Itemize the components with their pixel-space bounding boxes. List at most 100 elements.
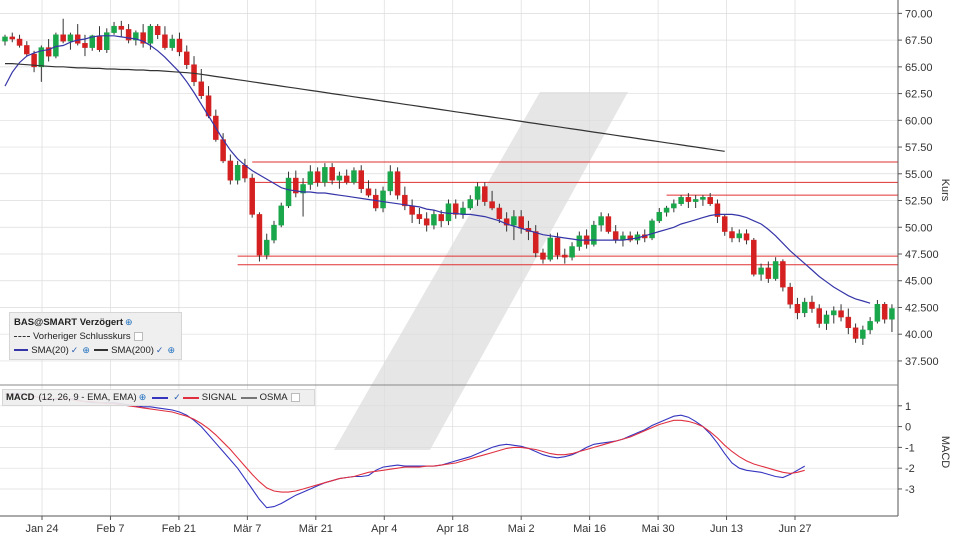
candle-up: [467, 199, 474, 209]
candle-up: [656, 212, 663, 222]
candle-up: [285, 177, 292, 207]
candle-up: [598, 216, 604, 226]
candle-up: [511, 216, 517, 226]
price-tick-label: 57.50: [905, 142, 933, 154]
price-tick-label: 47.500: [905, 249, 939, 261]
sma200-swatch: [93, 349, 109, 351]
candle-down: [838, 310, 844, 318]
candle-up: [278, 205, 285, 226]
candle-down: [707, 197, 713, 204]
globe-icon[interactable]: ⊕: [167, 345, 175, 356]
candle-down: [612, 231, 619, 241]
osma-label: OSMA: [259, 392, 288, 403]
candle-up: [431, 214, 437, 226]
candle-down: [394, 171, 401, 196]
candle-up: [169, 38, 175, 48]
macd-title: MACD: [6, 392, 35, 403]
candle-down: [409, 205, 415, 215]
candle-down: [198, 81, 205, 96]
checkmark-icon[interactable]: ✓: [156, 345, 164, 356]
candle-down: [416, 214, 423, 219]
macd-tick-label: 0: [905, 422, 911, 434]
candle-up: [671, 203, 677, 209]
prev-close-label: Vorheriger Schlusskurs: [33, 330, 131, 342]
date-tick-label: Feb 7: [96, 523, 124, 535]
toggle-box-icon[interactable]: [133, 331, 143, 341]
price-tick-label: 45.00: [905, 276, 933, 288]
candle-up: [67, 34, 74, 42]
price-tick-label: 60.00: [905, 115, 933, 127]
candle-down: [554, 237, 561, 256]
candle-up: [889, 308, 895, 320]
macd-tick-label: -2: [905, 463, 915, 475]
macd-swatch: [152, 396, 169, 399]
candle-up: [867, 321, 873, 331]
candle-down: [154, 25, 161, 36]
price-axis-label: Kurs: [939, 179, 951, 202]
candle-up: [576, 235, 583, 247]
candle-down: [16, 38, 23, 46]
candle-up: [874, 304, 881, 322]
instrument-name: BAS@SMART Verzögert: [14, 316, 124, 328]
candle-down: [721, 216, 728, 232]
globe-icon[interactable]: ⊕: [139, 392, 147, 403]
candle-up: [700, 197, 706, 200]
candle-down: [496, 207, 503, 219]
candle-up: [234, 164, 241, 181]
date-tick-label: Jun 13: [710, 523, 743, 535]
candle-up: [474, 186, 481, 200]
price-tick-label: 42.500: [905, 302, 939, 314]
date-tick-label: Mai 30: [642, 523, 675, 535]
date-tick-label: Mai 2: [508, 523, 535, 535]
candle-up: [678, 197, 684, 204]
date-tick-label: Jun 27: [778, 523, 811, 535]
candle-up: [758, 267, 764, 275]
price-tick-label: 65.00: [905, 62, 933, 74]
candle-down: [24, 45, 30, 55]
sma20-swatch: [14, 349, 29, 351]
candle-down: [751, 239, 757, 275]
candle-up: [380, 190, 386, 209]
candle-down: [482, 186, 488, 202]
date-tick-label: Apr 18: [437, 523, 469, 535]
candle-down: [96, 35, 103, 50]
candle-up: [104, 32, 110, 50]
candle-down: [729, 231, 735, 239]
globe-icon[interactable]: ⊕: [82, 345, 90, 356]
globe-icon[interactable]: ⊕: [125, 317, 133, 328]
candle-down: [605, 216, 612, 232]
candle-up: [387, 171, 394, 192]
candle-down: [358, 170, 364, 190]
sma200-label: SMA(200): [111, 344, 154, 356]
candle-down: [82, 43, 88, 48]
candle-up: [860, 329, 866, 339]
checkmark-icon[interactable]: ✓: [71, 345, 79, 356]
candle-down: [314, 171, 321, 183]
candle-up: [649, 220, 655, 239]
macd-axis-label: MACD: [939, 436, 951, 468]
macd-legend: MACD (12, 26, 9 - EMA, EMA) ⊕ ✓ SIGNAL O…: [2, 389, 315, 406]
candle-up: [445, 203, 452, 222]
price-tick-label: 62.50: [905, 89, 933, 101]
candle-down: [176, 38, 183, 53]
candle-up: [591, 224, 597, 245]
date-tick-label: Mär 7: [233, 523, 261, 535]
candle-up: [111, 25, 117, 33]
candle-up: [336, 175, 343, 181]
candle-up: [460, 207, 466, 215]
price-tick-label: 70.00: [905, 8, 933, 20]
candle-up: [692, 199, 699, 202]
candle-down: [162, 34, 168, 48]
candle-down: [227, 160, 234, 181]
candle-up: [53, 34, 59, 57]
candle-down: [423, 218, 430, 226]
candle-up: [823, 314, 830, 324]
price-tick-label: 67.50: [905, 35, 933, 47]
candle-up: [322, 167, 328, 183]
candle-up: [147, 25, 154, 44]
toggle-box-icon[interactable]: [290, 393, 300, 402]
candle-up: [271, 224, 277, 241]
candle-down: [532, 231, 539, 254]
macd-tick-label: 1: [905, 401, 911, 413]
checkmark-icon[interactable]: ✓: [173, 392, 181, 403]
